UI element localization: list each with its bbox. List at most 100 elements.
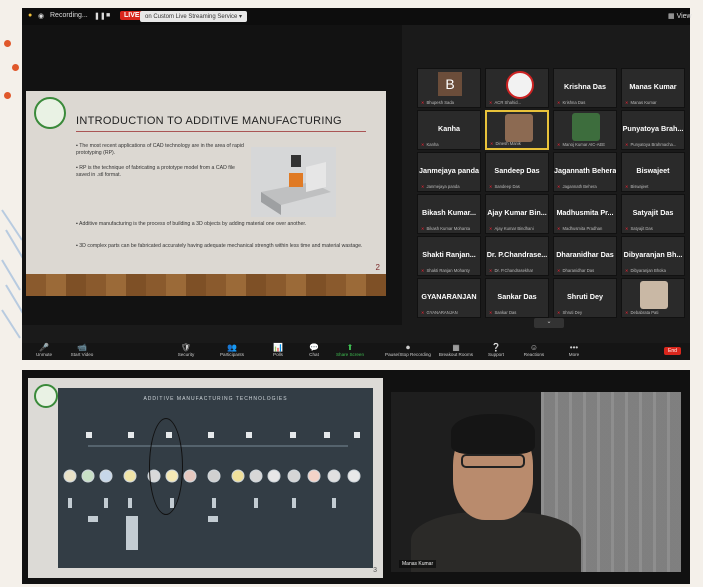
decor-dot (12, 64, 19, 71)
participant-tile[interactable]: ✕ Manoj Kumar AIC-AEE (553, 110, 617, 150)
speaker-glasses (461, 454, 525, 468)
participant-label: Dibyaranjan Bhoka (630, 268, 666, 273)
speaker-body (411, 512, 581, 572)
technologies-diagram: ADDITIVE MANUFACTURING TECHNOLOGIES (58, 388, 373, 568)
participant-tile[interactable]: Janmejaya panda ✕ Janmejaya panda (417, 152, 481, 192)
participants-button[interactable]: 👥 Participants (210, 343, 254, 358)
start-video-button[interactable]: 📹 Start Video (60, 344, 104, 358)
participant-tile[interactable]: GYANARANJAN ✕ GYANARANJAN (417, 278, 481, 318)
participant-label: Madhusmita Pradhan (562, 226, 603, 231)
participant-label: Dinesh Manik (495, 141, 521, 146)
participant-label: Debabrata Pati (630, 310, 659, 315)
participant-tile-active-speaker[interactable]: ✕ Dinesh Manik (485, 110, 549, 150)
more-button[interactable]: ••• More (552, 344, 596, 358)
speaker-video[interactable]: Manas Kumar (391, 392, 681, 572)
gallery-scroll-down-icon[interactable]: ⌄ (534, 318, 564, 328)
participant-tile[interactable]: Sandeep Das ✕ Sandeep Das (485, 152, 549, 192)
pause-recording-icon[interactable]: ❚❚ (94, 12, 106, 20)
security-button[interactable]: 🛡 Security (164, 343, 208, 358)
participant-label: Ajay Kumar Bindhani (494, 226, 534, 231)
presentation-slide: INTRODUCTION TO ADDITIVE MANUFACTURING ▪… (26, 91, 386, 296)
participant-label: Shakti Ranjan Mohanty (426, 268, 470, 273)
people-icon: 👥 (227, 343, 237, 352)
stream-service-label: on Custom Live Streaming Service (145, 14, 238, 20)
avatar (506, 71, 534, 99)
reactions-button[interactable]: ☺ Reactions (512, 344, 556, 358)
shield-icon: 🛡 (180, 343, 192, 352)
participant-name: Jagannath Behera (554, 166, 617, 175)
participant-name: Bikash Kumar... (422, 208, 476, 217)
participant-label: Punyatoya Brahmacha... (630, 142, 677, 147)
slide-page-number: 3 (373, 567, 377, 574)
participant-tile[interactable]: Biswajeet ✕ Biswajeet (621, 152, 685, 192)
speaker-name-label: Manas Kumar (399, 560, 437, 568)
participant-name: Manas Kumar (629, 82, 677, 91)
participant-name: Dr. P.Chandrase... (486, 250, 548, 259)
participant-tile[interactable]: Dibyaranjan Bh... ✕ Dibyaranjan Bhoka (621, 236, 685, 276)
participant-name: Shakti Ranjan... (422, 250, 476, 259)
highlight-oval (149, 418, 183, 515)
share-screen-button[interactable]: ⬆ Share Screen (328, 344, 372, 358)
participant-label: Biswajeet (630, 184, 649, 189)
slide-bullet: ▪ 3D complex parts can be fabricated acc… (76, 243, 363, 249)
stop-recording-icon[interactable]: ■ (106, 12, 110, 19)
participant-label: Bikash Kumar Mohanta (426, 226, 471, 231)
record-icon: ⏺ (406, 343, 410, 352)
participant-tile[interactable]: Dharanidhar Das ✕ Dharanidhar Das (553, 236, 617, 276)
participant-name: Janmejaya panda (419, 166, 479, 175)
meeting-controls: 🎤 Unmute 📹 Start Video 🛡 Security 👥 Particip… (22, 343, 690, 360)
participant-label: Krishna Das (562, 100, 586, 105)
breakout-rooms-button[interactable]: ▦ Breakout Rooms (434, 344, 478, 358)
chevron-down-icon: ▾ (239, 14, 243, 20)
participant-tile[interactable]: Ajay Kumar Bin... ✕ Ajay Kumar Bindhani (485, 194, 549, 234)
participant-tile[interactable]: Jagannath Behera ✕ Jagannath Behera (553, 152, 617, 192)
participant-name: Sandeep Das (494, 166, 540, 175)
pause-stop-recording-button[interactable]: ⏺ Pause/Stop Recording (382, 343, 434, 358)
participant-label: Shruti Dey (562, 310, 583, 315)
zoom-window-bottom: ADDITIVE MANUFACTURING TECHNOLOGIES 3 Ma… (22, 370, 690, 584)
participant-tile[interactable]: Satyajit Das ✕ Satyajit Das (621, 194, 685, 234)
participant-name: Shruti Dey (567, 292, 603, 301)
participant-name: Krishna Das (564, 82, 606, 91)
participant-tile[interactable]: Shakti Ranjan... ✕ Shakti Ranjan Mohanty (417, 236, 481, 276)
participant-name: Dharanidhar Das (556, 250, 614, 259)
participant-tile[interactable]: Punyatoya Brah... ✕ Punyatoya Brahmacha..… (621, 110, 685, 150)
participant-tile[interactable]: Madhusmita Pr... ✕ Madhusmita Pradhan (553, 194, 617, 234)
participant-tile[interactable]: Sankar Das ✕ Sankar Das (485, 278, 549, 318)
participant-tile[interactable]: Manas Kumar ✕ Manas Kumar (621, 68, 685, 108)
view-button[interactable]: ▦ View (668, 12, 692, 20)
participant-label: Dharanidhar Das (562, 268, 595, 273)
participant-label: Bhupesh Sada (426, 100, 454, 105)
participant-grid: B ✕ Bhupesh Sada ✕ ACR Shahid... Krishna D… (417, 68, 689, 323)
participant-tile[interactable]: B ✕ Bhupesh Sada (417, 68, 481, 108)
technology-tree (63, 432, 361, 550)
recording-status: Recording... (50, 12, 88, 19)
zoom-logo-icon: ● (28, 12, 33, 19)
avatar: B (438, 72, 462, 96)
participant-name: Dibyaranjan Bh... (623, 250, 683, 259)
participant-tile[interactable]: Shruti Dey ✕ Shruti Dey (553, 278, 617, 318)
end-meeting-button[interactable]: End (664, 347, 681, 355)
participant-tile[interactable]: ✕ Debabrata Pati (621, 278, 685, 318)
participant-tile[interactable]: Bikash Kumar... ✕ Bikash Kumar Mohanta (417, 194, 481, 234)
participant-label: ACR Shahid... (494, 100, 522, 105)
stream-service-button[interactable]: on Custom Live Streaming Service ▾ (140, 11, 248, 22)
participant-video (505, 114, 533, 142)
participant-label: Manoj Kumar AIC-AEE (562, 142, 606, 147)
participant-name: GYANARANJAN (421, 292, 477, 301)
participant-label: Satyajit Das (630, 226, 653, 231)
title-bar: ● ◉ Recording... ❚❚ ■ LIVE on Custom Liv… (22, 8, 692, 25)
participant-name: Sankar Das (497, 292, 537, 301)
participant-label: Sankar Das (494, 310, 517, 315)
slide-bullet: ▪ RP is the technique of fabricating a p… (76, 165, 235, 178)
participant-tile[interactable]: Krishna Das ✕ Krishna Das (553, 68, 617, 108)
printer-illustration (251, 147, 336, 217)
participant-tile[interactable]: Kanha ✕ Kanha (417, 110, 481, 150)
participant-tile[interactable]: ✕ ACR Shahid... (485, 68, 549, 108)
title-divider (76, 131, 366, 132)
participant-label: GYANARANJAN (426, 310, 458, 315)
participant-tile[interactable]: Dr. P.Chandrase... ✕ Dr. P.Chandrasekhar (485, 236, 549, 276)
institute-logo (34, 97, 66, 129)
decor-dot (4, 92, 11, 99)
institute-logo (34, 384, 58, 408)
